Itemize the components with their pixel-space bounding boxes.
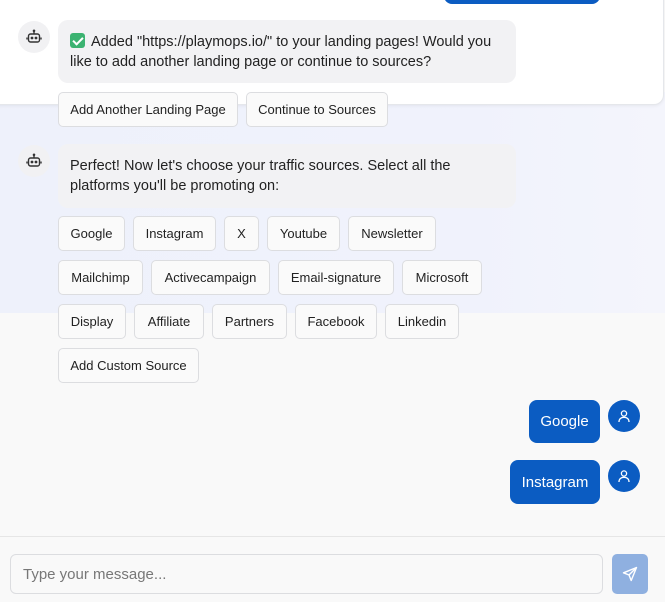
source-chip-facebook[interactable]: Facebook [295, 304, 377, 339]
add-custom-source-button[interactable]: Add Custom Source [58, 348, 199, 383]
user-message: Google [529, 400, 600, 443]
source-chip-display[interactable]: Display [58, 304, 126, 339]
bot-avatar [18, 145, 50, 177]
robot-icon [26, 153, 42, 167]
source-chip-youtube[interactable]: Youtube [267, 216, 340, 251]
user-avatar [608, 400, 640, 432]
check-mark-icon [70, 33, 85, 48]
source-chip-mailchimp[interactable]: Mailchimp [58, 260, 143, 295]
source-chip-linkedin[interactable]: Linkedin [385, 304, 459, 339]
user-message: Instagram [510, 460, 600, 504]
source-chip-email-signature[interactable]: Email-signature [278, 260, 394, 295]
continue-to-sources-button[interactable]: Continue to Sources [246, 92, 388, 127]
source-chip-google[interactable]: Google [58, 216, 125, 251]
robot-icon [26, 29, 42, 43]
source-chip-microsoft[interactable]: Microsoft [402, 260, 482, 295]
bot-avatar [18, 21, 50, 53]
message-input[interactable] [10, 554, 603, 594]
message-composer [0, 536, 665, 602]
user-avatar [608, 460, 640, 492]
bot-message-landing-confirm: Added "https://playmops.io/" to your lan… [58, 20, 516, 83]
add-another-landing-page-button[interactable]: Add Another Landing Page [58, 92, 238, 127]
source-chip-activecampaign[interactable]: Activecampaign [151, 260, 270, 295]
source-chip-instagram[interactable]: Instagram [133, 216, 216, 251]
bot-message-text: Added "https://playmops.io/" to your lan… [70, 34, 492, 70]
bot-message-traffic-prompt: Perfect! Now let's choose your traffic s… [58, 144, 516, 208]
source-chip-newsletter[interactable]: Newsletter [348, 216, 436, 251]
source-chip-partners[interactable]: Partners [212, 304, 287, 339]
send-button[interactable] [612, 554, 648, 594]
user-icon [618, 470, 630, 483]
chat-area: Added "https://playmops.io/" to your lan… [0, 0, 665, 536]
source-chip-affiliate[interactable]: Affiliate [134, 304, 204, 339]
user-icon [618, 410, 630, 423]
send-icon [622, 566, 638, 582]
previous-user-message [444, 0, 600, 4]
source-chip-x[interactable]: X [224, 216, 259, 251]
